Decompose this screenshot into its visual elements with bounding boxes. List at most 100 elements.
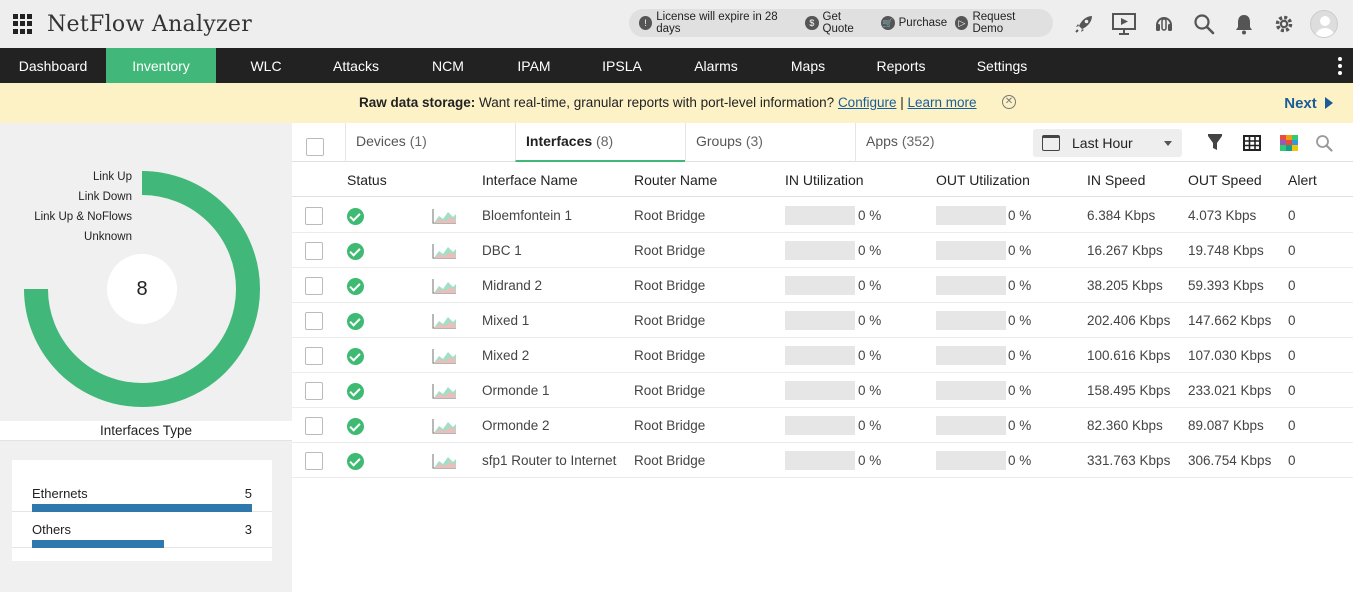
nav-alarms[interactable]: Alarms bbox=[676, 48, 756, 83]
nav-settings[interactable]: Settings bbox=[942, 48, 1062, 83]
col-in-speed[interactable]: IN Speed bbox=[1087, 172, 1145, 188]
banner-close-icon[interactable]: ✕ bbox=[1002, 95, 1016, 109]
col-out-utilization[interactable]: OUT Utilization bbox=[936, 172, 1030, 188]
nav-dashboard[interactable]: Dashboard bbox=[0, 48, 106, 83]
alert-count: 0 bbox=[1288, 418, 1296, 433]
learn-more-link[interactable]: Learn more bbox=[908, 95, 977, 110]
row-checkbox[interactable] bbox=[305, 277, 323, 295]
col-status[interactable]: Status bbox=[347, 172, 387, 188]
graph-icon[interactable] bbox=[432, 453, 457, 469]
graph-icon[interactable] bbox=[432, 313, 457, 329]
request-demo-link[interactable]: ▷ Request Demo bbox=[955, 11, 1045, 35]
interface-name[interactable]: Ormonde 1 bbox=[482, 383, 550, 398]
router-name: Root Bridge bbox=[634, 243, 706, 258]
row-checkbox[interactable] bbox=[305, 207, 323, 225]
nav-inventory[interactable]: Inventory bbox=[106, 48, 216, 83]
table-row[interactable]: Ormonde 2 Root Bridge 0 % 0 % 82.360 Kbp… bbox=[292, 408, 1353, 443]
nav-ipam[interactable]: IPAM bbox=[500, 48, 568, 83]
tab-groups[interactable]: Groups (3) bbox=[685, 123, 855, 162]
legend-unknown[interactable]: Unknown bbox=[84, 231, 132, 243]
search-icon[interactable] bbox=[1314, 133, 1334, 153]
get-quote-link[interactable]: $ Get Quote bbox=[805, 11, 872, 35]
row-checkbox[interactable] bbox=[305, 312, 323, 330]
type-row-others[interactable]: Others 3 bbox=[12, 512, 272, 548]
graph-icon[interactable] bbox=[432, 208, 457, 224]
configure-link[interactable]: Configure bbox=[838, 95, 897, 110]
nav-reports[interactable]: Reports bbox=[860, 48, 942, 83]
col-in-utilization[interactable]: IN Utilization bbox=[785, 172, 864, 188]
out-speed: 19.748 Kbps bbox=[1188, 243, 1264, 258]
graph-icon[interactable] bbox=[432, 418, 457, 434]
alert-count: 0 bbox=[1288, 383, 1296, 398]
filter-icon[interactable] bbox=[1205, 133, 1225, 153]
interface-name[interactable]: Mixed 2 bbox=[482, 348, 529, 363]
presentation-icon[interactable] bbox=[1108, 8, 1140, 40]
nav-ncm[interactable]: NCM bbox=[396, 48, 500, 83]
out-speed: 89.087 Kbps bbox=[1188, 418, 1264, 433]
row-checkbox[interactable] bbox=[305, 417, 323, 435]
rocket-icon[interactable] bbox=[1068, 8, 1100, 40]
nav-wlc[interactable]: WLC bbox=[216, 48, 316, 83]
graph-icon[interactable] bbox=[432, 243, 457, 259]
row-checkbox[interactable] bbox=[305, 242, 323, 260]
tab-apps[interactable]: Apps (352) bbox=[855, 123, 1025, 162]
select-all-checkbox[interactable] bbox=[306, 138, 324, 156]
out-speed: 306.754 Kbps bbox=[1188, 453, 1272, 468]
interface-name[interactable]: Mixed 1 bbox=[482, 313, 529, 328]
app-grid-icon[interactable] bbox=[13, 14, 33, 34]
col-interface-name[interactable]: Interface Name bbox=[482, 172, 578, 188]
interface-name[interactable]: Midrand 2 bbox=[482, 278, 542, 293]
col-router-name[interactable]: Router Name bbox=[634, 172, 717, 188]
license-notice[interactable]: ! License will expire in 28 days bbox=[639, 11, 797, 35]
table-row[interactable]: sfp1 Router to Internet Root Bridge 0 % … bbox=[292, 443, 1353, 478]
row-checkbox[interactable] bbox=[305, 382, 323, 400]
top-header: NetFlow Analyzer ! License will expire i… bbox=[0, 0, 1353, 48]
status-up-icon bbox=[347, 278, 364, 295]
col-alert[interactable]: Alert bbox=[1288, 172, 1317, 188]
graph-icon[interactable] bbox=[432, 348, 457, 364]
legend-link-down[interactable]: Link Down bbox=[78, 191, 132, 203]
time-range-select[interactable]: Last Hour bbox=[1033, 129, 1182, 157]
nav-maps[interactable]: Maps bbox=[756, 48, 860, 83]
type-row-ethernets[interactable]: Ethernets 5 bbox=[12, 476, 272, 512]
col-out-speed[interactable]: OUT Speed bbox=[1188, 172, 1262, 188]
more-vertical-icon[interactable] bbox=[1337, 57, 1343, 75]
row-checkbox[interactable] bbox=[305, 347, 323, 365]
search-icon[interactable] bbox=[1188, 8, 1220, 40]
table-row[interactable]: Bloemfontein 1 Root Bridge 0 % 0 % 6.384… bbox=[292, 198, 1353, 233]
table-row[interactable]: Ormonde 1 Root Bridge 0 % 0 % 158.495 Kb… bbox=[292, 373, 1353, 408]
nav-ipsla[interactable]: IPSLA bbox=[568, 48, 676, 83]
table-header: Status Interface Name Router Name IN Uti… bbox=[292, 163, 1353, 197]
graph-icon[interactable] bbox=[432, 278, 457, 294]
table-row[interactable]: Mixed 2 Root Bridge 0 % 0 % 100.616 Kbps… bbox=[292, 338, 1353, 373]
table-row[interactable]: Midrand 2 Root Bridge 0 % 0 % 38.205 Kbp… bbox=[292, 268, 1353, 303]
nav-attacks[interactable]: Attacks bbox=[316, 48, 396, 83]
graph-icon[interactable] bbox=[432, 383, 457, 399]
purchase-link[interactable]: 🛒 Purchase bbox=[880, 16, 947, 30]
tab-devices[interactable]: Devices (1) bbox=[345, 123, 515, 162]
heatmap-view-icon[interactable] bbox=[1279, 133, 1299, 153]
legend-link-up[interactable]: Link Up bbox=[93, 171, 132, 183]
banner-next-button[interactable]: Next bbox=[1264, 83, 1353, 123]
row-checkbox[interactable] bbox=[305, 452, 323, 470]
interface-name[interactable]: sfp1 Router to Internet bbox=[482, 453, 616, 468]
out-utilization-bar bbox=[936, 241, 1006, 260]
bell-icon[interactable] bbox=[1228, 8, 1260, 40]
support-headset-icon[interactable] bbox=[1148, 8, 1180, 40]
gear-icon[interactable] bbox=[1268, 8, 1300, 40]
app-title: NetFlow Analyzer bbox=[47, 11, 253, 37]
out-utilization-value: 0 % bbox=[1008, 348, 1032, 363]
chevron-down-icon bbox=[1164, 141, 1172, 146]
router-name: Root Bridge bbox=[634, 313, 706, 328]
interface-name[interactable]: DBC 1 bbox=[482, 243, 522, 258]
tab-interfaces[interactable]: Interfaces (8) bbox=[515, 123, 685, 162]
interface-name[interactable]: Ormonde 2 bbox=[482, 418, 550, 433]
table-view-icon[interactable] bbox=[1242, 133, 1262, 153]
in-utilization-value: 0 % bbox=[858, 383, 882, 398]
table-row[interactable]: DBC 1 Root Bridge 0 % 0 % 16.267 Kbps 19… bbox=[292, 233, 1353, 268]
router-name: Root Bridge bbox=[634, 348, 706, 363]
user-avatar-icon[interactable] bbox=[1308, 8, 1340, 40]
legend-link-up-noflows[interactable]: Link Up & NoFlows bbox=[34, 211, 132, 223]
table-row[interactable]: Mixed 1 Root Bridge 0 % 0 % 202.406 Kbps… bbox=[292, 303, 1353, 338]
interface-name[interactable]: Bloemfontein 1 bbox=[482, 208, 572, 223]
